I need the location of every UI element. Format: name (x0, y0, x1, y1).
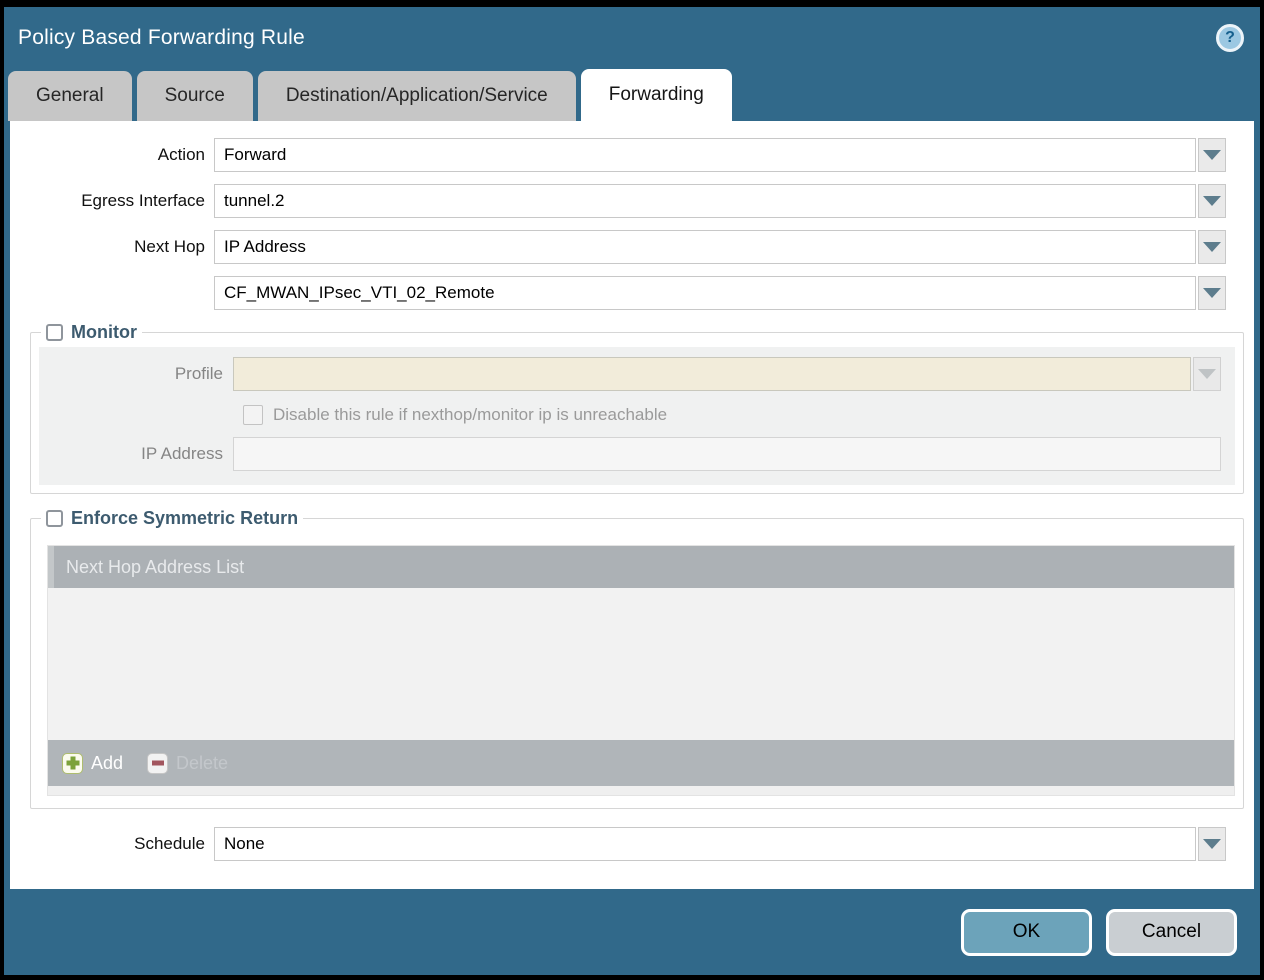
enforce-symmetric-return-legend-label: Enforce Symmetric Return (71, 508, 298, 529)
disable-rule-checkbox (243, 405, 263, 425)
monitor-section: Monitor Profile Disable this rule if nex… (30, 322, 1244, 494)
enforce-symmetric-return-legend: Enforce Symmetric Return (41, 508, 303, 529)
table-header-label: Next Hop Address List (66, 557, 244, 578)
egress-interface-row: Egress Interface tunnel.2 (10, 184, 1226, 218)
chevron-down-icon (1203, 839, 1221, 849)
title-bar: Policy Based Forwarding Rule ? (4, 7, 1260, 69)
add-button-label: Add (91, 753, 123, 774)
ok-button[interactable]: OK (961, 909, 1092, 956)
dialog-title: Policy Based Forwarding Rule (18, 26, 305, 50)
monitor-ip-address-row: IP Address (47, 437, 1221, 471)
dialog-window: Policy Based Forwarding Rule ? General S… (4, 7, 1260, 975)
table-scrollbar-track[interactable] (48, 786, 1234, 795)
cancel-button[interactable]: Cancel (1106, 909, 1237, 956)
chevron-down-icon (1198, 369, 1216, 379)
schedule-label: Schedule (10, 834, 214, 854)
tab-content: Action Forward Egress Interface tunnel.2… (10, 121, 1254, 889)
next-hop-row: Next Hop IP Address (10, 230, 1226, 264)
enforce-symmetric-return-checkbox[interactable] (46, 510, 63, 527)
next-hop-address-dropdown-button[interactable] (1198, 276, 1226, 310)
monitor-ip-address-input (233, 437, 1221, 471)
table-footer: Add Delete (48, 740, 1234, 786)
monitor-legend: Monitor (41, 322, 142, 343)
plus-icon (62, 753, 83, 774)
next-hop-address-row: CF_MWAN_IPsec_VTI_02_Remote (10, 276, 1226, 310)
tab-bar: General Source Destination/Application/S… (4, 69, 1260, 121)
tab-destination-application-service[interactable]: Destination/Application/Service (258, 71, 576, 121)
profile-label: Profile (47, 364, 233, 384)
chevron-down-icon (1203, 196, 1221, 206)
next-hop-type-select[interactable]: IP Address (214, 230, 1196, 264)
enforce-symmetric-return-section: Enforce Symmetric Return Next Hop Addres… (30, 508, 1244, 809)
help-icon[interactable]: ? (1216, 24, 1244, 52)
schedule-row: Schedule None (10, 827, 1226, 861)
profile-select (233, 357, 1191, 391)
schedule-select[interactable]: None (214, 827, 1196, 861)
schedule-dropdown-button[interactable] (1198, 827, 1226, 861)
chevron-down-icon (1203, 242, 1221, 252)
monitor-panel: Profile Disable this rule if nexthop/mon… (39, 347, 1235, 485)
monitor-ip-address-label: IP Address (47, 444, 233, 464)
next-hop-label: Next Hop (10, 237, 214, 257)
action-select[interactable]: Forward (214, 138, 1196, 172)
profile-row: Profile (47, 357, 1221, 391)
add-button[interactable]: Add (62, 753, 123, 774)
table-body[interactable] (48, 588, 1234, 740)
delete-button-label: Delete (176, 753, 228, 774)
monitor-legend-label: Monitor (71, 322, 137, 343)
monitor-checkbox[interactable] (46, 324, 63, 341)
tab-forwarding[interactable]: Forwarding (581, 69, 732, 121)
tab-general[interactable]: General (8, 71, 132, 121)
egress-interface-select[interactable]: tunnel.2 (214, 184, 1196, 218)
action-row: Action Forward (10, 138, 1226, 172)
chevron-down-icon (1203, 150, 1221, 160)
disable-rule-row: Disable this rule if nexthop/monitor ip … (243, 405, 1227, 425)
action-label: Action (10, 145, 214, 165)
egress-interface-dropdown-button[interactable] (1198, 184, 1226, 218)
table-header: Next Hop Address List (48, 546, 1234, 588)
next-hop-address-input[interactable]: CF_MWAN_IPsec_VTI_02_Remote (214, 276, 1196, 310)
next-hop-address-table: Next Hop Address List Add Delete (47, 545, 1235, 796)
profile-dropdown-button (1193, 357, 1221, 391)
minus-icon (147, 753, 168, 774)
tab-source[interactable]: Source (137, 71, 253, 121)
delete-button: Delete (147, 753, 228, 774)
disable-rule-label: Disable this rule if nexthop/monitor ip … (273, 405, 667, 425)
next-hop-dropdown-button[interactable] (1198, 230, 1226, 264)
chevron-down-icon (1203, 288, 1221, 298)
egress-interface-label: Egress Interface (10, 191, 214, 211)
action-dropdown-button[interactable] (1198, 138, 1226, 172)
dialog-footer: OK Cancel (4, 889, 1260, 975)
